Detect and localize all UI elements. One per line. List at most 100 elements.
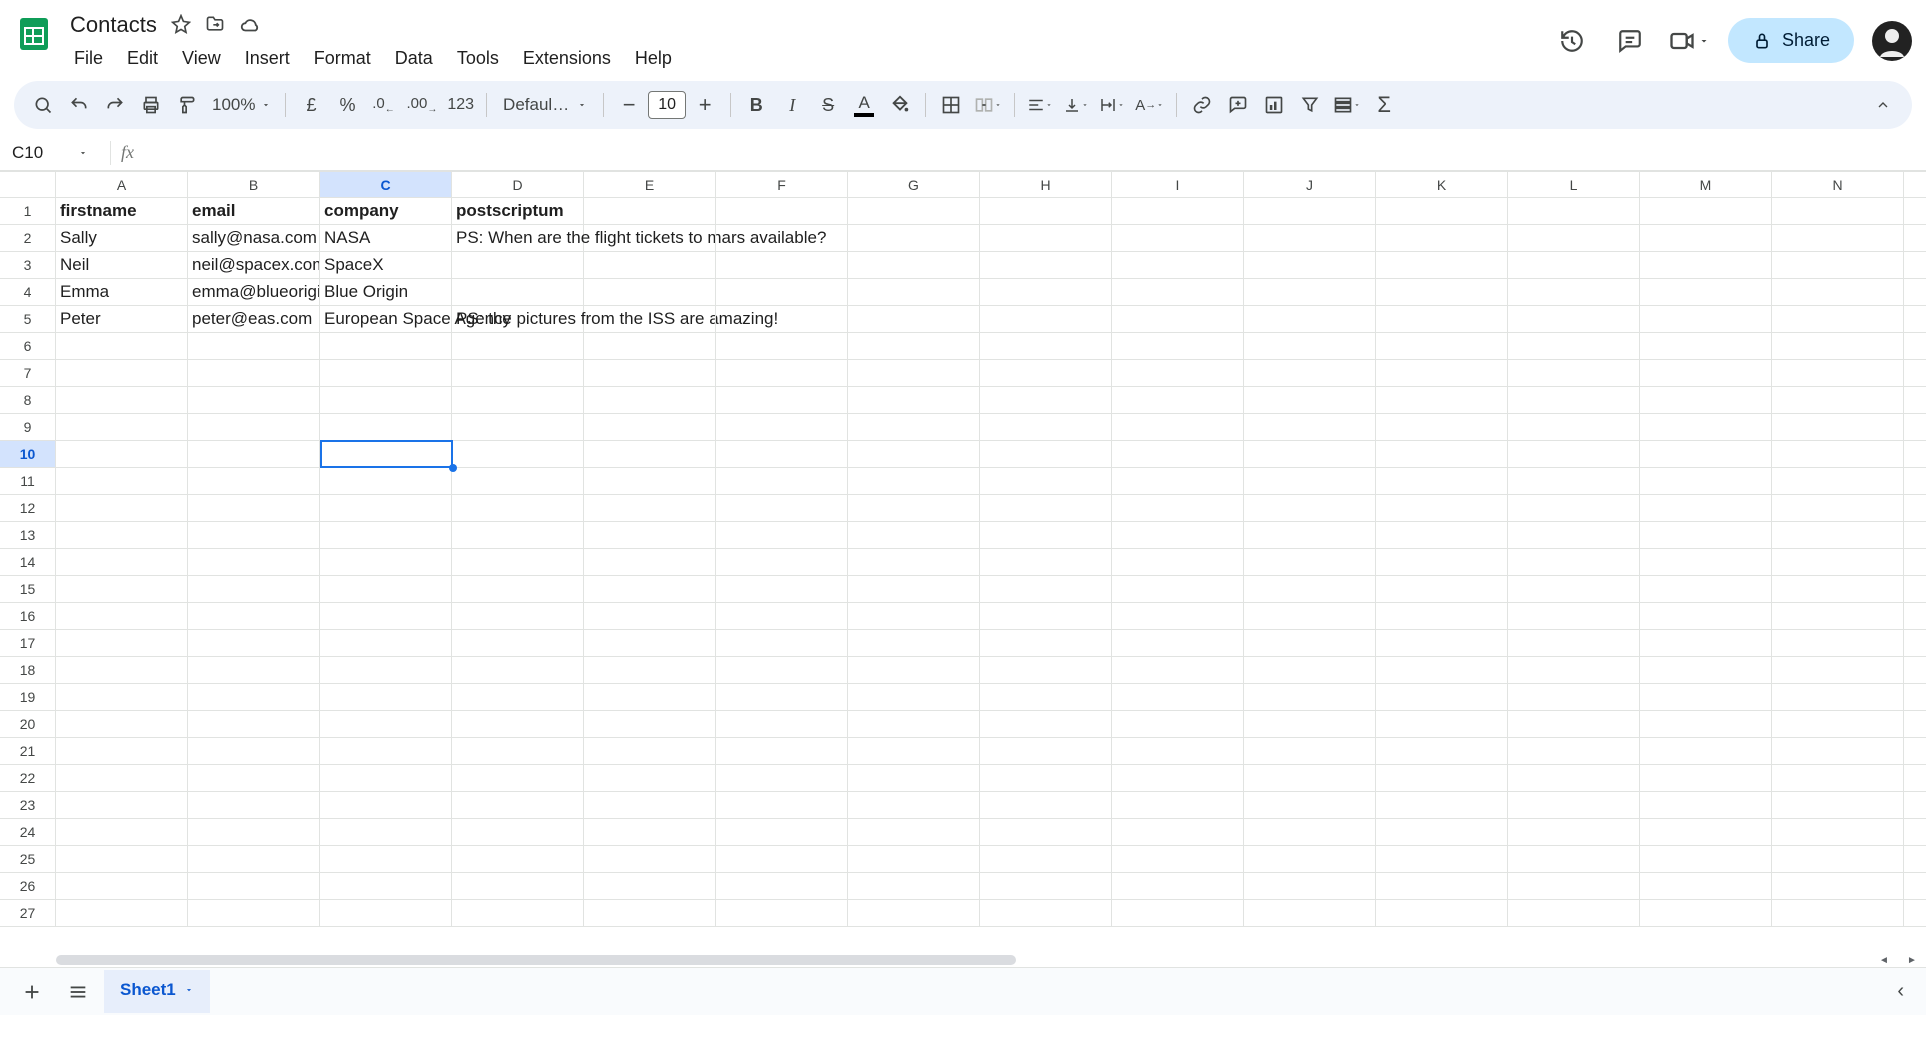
row-header-9[interactable]: 9: [0, 414, 56, 440]
cell-F1[interactable]: [716, 198, 848, 224]
cell-L1[interactable]: [1508, 198, 1640, 224]
cell-B11[interactable]: [188, 468, 320, 494]
cell-E20[interactable]: [584, 711, 716, 737]
cell-F6[interactable]: [716, 333, 848, 359]
cell-K10[interactable]: [1376, 441, 1508, 467]
cell-L26[interactable]: [1508, 873, 1640, 899]
column-header-K[interactable]: K: [1376, 172, 1508, 197]
cell-L7[interactable]: [1508, 360, 1640, 386]
cell-H23[interactable]: [980, 792, 1112, 818]
cell-M22[interactable]: [1640, 765, 1772, 791]
all-sheets-button[interactable]: [58, 972, 98, 1012]
cell-M23[interactable]: [1640, 792, 1772, 818]
cell-B14[interactable]: [188, 549, 320, 575]
cell-C13[interactable]: [320, 522, 452, 548]
cell-H8[interactable]: [980, 387, 1112, 413]
cell-J24[interactable]: [1244, 819, 1376, 845]
cell-M11[interactable]: [1640, 468, 1772, 494]
cell-C25[interactable]: [320, 846, 452, 872]
cell-G23[interactable]: [848, 792, 980, 818]
cell-M24[interactable]: [1640, 819, 1772, 845]
cell-L3[interactable]: [1508, 252, 1640, 278]
cell-F15[interactable]: [716, 576, 848, 602]
cell-J23[interactable]: [1244, 792, 1376, 818]
text-color-button[interactable]: A: [847, 87, 881, 123]
cell-E7[interactable]: [584, 360, 716, 386]
row-header-27[interactable]: 27: [0, 900, 56, 926]
column-header-E[interactable]: E: [584, 172, 716, 197]
cell-I21[interactable]: [1112, 738, 1244, 764]
cell-I16[interactable]: [1112, 603, 1244, 629]
meet-button[interactable]: [1668, 27, 1710, 55]
cell-G12[interactable]: [848, 495, 980, 521]
cell-N7[interactable]: [1772, 360, 1904, 386]
cell-D18[interactable]: [452, 657, 584, 683]
cell-B25[interactable]: [188, 846, 320, 872]
column-header-I[interactable]: I: [1112, 172, 1244, 197]
cell-E4[interactable]: [584, 279, 716, 305]
column-header-M[interactable]: M: [1640, 172, 1772, 197]
cell-I9[interactable]: [1112, 414, 1244, 440]
cell-C16[interactable]: [320, 603, 452, 629]
cell-D23[interactable]: [452, 792, 584, 818]
cell-C11[interactable]: [320, 468, 452, 494]
row-header-4[interactable]: 4: [0, 279, 56, 305]
cell-N6[interactable]: [1772, 333, 1904, 359]
cell-N21[interactable]: [1772, 738, 1904, 764]
formula-bar[interactable]: [134, 144, 1926, 162]
sheets-logo[interactable]: [14, 14, 54, 54]
cell-K4[interactable]: [1376, 279, 1508, 305]
cell-C21[interactable]: [320, 738, 452, 764]
cell-M9[interactable]: [1640, 414, 1772, 440]
cell-M25[interactable]: [1640, 846, 1772, 872]
cell-G15[interactable]: [848, 576, 980, 602]
horizontal-align-button[interactable]: [1023, 87, 1057, 123]
cell-G18[interactable]: [848, 657, 980, 683]
cell-K25[interactable]: [1376, 846, 1508, 872]
cell-E6[interactable]: [584, 333, 716, 359]
row-header-14[interactable]: 14: [0, 549, 56, 575]
cell-B12[interactable]: [188, 495, 320, 521]
cell-I26[interactable]: [1112, 873, 1244, 899]
cell-J20[interactable]: [1244, 711, 1376, 737]
cell-H21[interactable]: [980, 738, 1112, 764]
cell-F22[interactable]: [716, 765, 848, 791]
cell-B7[interactable]: [188, 360, 320, 386]
cell-J21[interactable]: [1244, 738, 1376, 764]
cell-K20[interactable]: [1376, 711, 1508, 737]
decrease-font-size-button[interactable]: −: [612, 87, 646, 123]
row-header-12[interactable]: 12: [0, 495, 56, 521]
cell-I12[interactable]: [1112, 495, 1244, 521]
cell-J6[interactable]: [1244, 333, 1376, 359]
cell-H11[interactable]: [980, 468, 1112, 494]
column-header-L[interactable]: L: [1508, 172, 1640, 197]
cell-L17[interactable]: [1508, 630, 1640, 656]
row-header-3[interactable]: 3: [0, 252, 56, 278]
cell-K7[interactable]: [1376, 360, 1508, 386]
cell-M7[interactable]: [1640, 360, 1772, 386]
cell-A1[interactable]: firstname: [56, 198, 188, 224]
cell-J2[interactable]: [1244, 225, 1376, 251]
insert-link-button[interactable]: [1185, 87, 1219, 123]
cell-J14[interactable]: [1244, 549, 1376, 575]
text-wrap-button[interactable]: [1095, 87, 1129, 123]
column-header-G[interactable]: G: [848, 172, 980, 197]
cell-G25[interactable]: [848, 846, 980, 872]
decrease-decimal-button[interactable]: .0←: [366, 87, 400, 123]
column-header-D[interactable]: D: [452, 172, 584, 197]
cell-L9[interactable]: [1508, 414, 1640, 440]
cell-L5[interactable]: [1508, 306, 1640, 332]
row-header-11[interactable]: 11: [0, 468, 56, 494]
cell-C12[interactable]: [320, 495, 452, 521]
cell-A8[interactable]: [56, 387, 188, 413]
cell-E23[interactable]: [584, 792, 716, 818]
cell-M26[interactable]: [1640, 873, 1772, 899]
cell-J12[interactable]: [1244, 495, 1376, 521]
cell-B23[interactable]: [188, 792, 320, 818]
collapse-toolbar-button[interactable]: [1866, 87, 1900, 123]
cell-A21[interactable]: [56, 738, 188, 764]
add-sheet-button[interactable]: [12, 972, 52, 1012]
cell-G2[interactable]: [848, 225, 980, 251]
italic-button[interactable]: I: [775, 87, 809, 123]
cell-C9[interactable]: [320, 414, 452, 440]
